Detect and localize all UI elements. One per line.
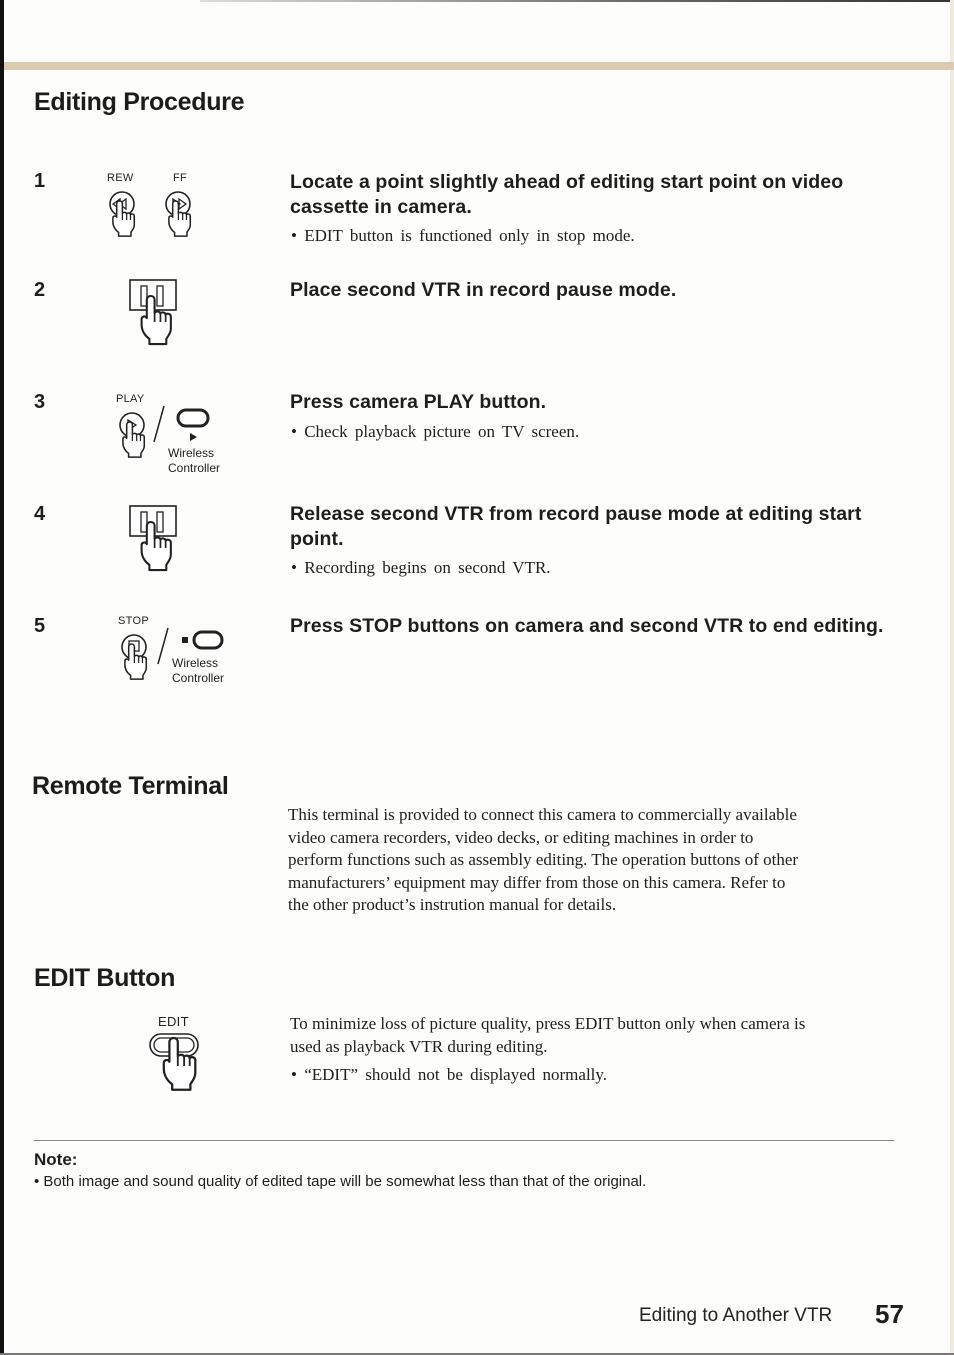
note-title: Note: [34, 1150, 78, 1169]
page-number: 57 [875, 1299, 904, 1329]
rew-label: REW [107, 172, 134, 184]
step-heading: Press STOP buttons on camera and second … [290, 615, 884, 637]
paragraph-line: video camera recorders, video decks, or … [288, 827, 754, 847]
controller-label: Controller [168, 461, 221, 475]
play-label: PLAY [116, 393, 145, 405]
note-text: Both image and sound quality of edited t… [34, 1173, 646, 1190]
step-number: 4 [34, 503, 46, 525]
page-top-edge [200, 0, 954, 2]
wireless-stop-button-icon [182, 630, 224, 650]
pause-button-press-icon [129, 505, 177, 572]
edit-label: EDIT [158, 1014, 189, 1029]
step-heading: Press camera PLAY button. [290, 391, 547, 413]
rew-button-press-icon [109, 191, 136, 237]
edit-button-paragraph: To minimize loss of picture quality, pre… [290, 1013, 805, 1058]
ff-label: FF [173, 172, 188, 184]
section-title-editing-procedure: Editing Procedure [34, 88, 245, 116]
paragraph-line: This terminal is provided to connect thi… [288, 805, 797, 824]
play-button-press-icon [119, 412, 146, 458]
pause-button-press-icon [129, 279, 177, 346]
paragraph-line: used as playback VTR during editing. [290, 1036, 548, 1056]
paragraph-line: manufacturers’ equipment may differ from… [288, 872, 786, 892]
edit-button-bullet: “EDIT” should not be displayed normally. [291, 1065, 607, 1085]
edit-button-press-icon [149, 1033, 199, 1091]
step-number: 1 [34, 170, 46, 192]
header-bar [4, 62, 954, 70]
controller-label: Controller [172, 671, 225, 685]
stop-label: STOP [118, 615, 149, 627]
step-5-illustration: STOP Wireless Controller [112, 614, 242, 699]
note-divider [34, 1140, 894, 1141]
section-title-edit-button: EDIT Button [34, 964, 176, 992]
remote-terminal-paragraph: This terminal is provided to connect thi… [288, 804, 798, 917]
step-bullet: EDIT button is functioned only in stop m… [291, 226, 634, 246]
wireless-play-button-icon [176, 408, 210, 441]
step-number: 3 [34, 391, 46, 413]
page-right-shade [950, 0, 954, 1355]
slash-divider-icon [153, 405, 165, 443]
wireless-label: Wireless [168, 446, 215, 460]
slash-divider-icon [157, 627, 169, 665]
stop-button-press-icon [121, 634, 148, 680]
wireless-label: Wireless [172, 656, 219, 670]
step-1-illustration: REW FF [100, 170, 220, 255]
page-left-edge [0, 0, 4, 1355]
paragraph-line: To minimize loss of picture quality, pre… [290, 1014, 806, 1033]
ff-button-press-icon [165, 191, 192, 237]
step-heading: Place second VTR in record pause mode. [290, 279, 677, 301]
paragraph-line: perform functions such as assembly editi… [288, 850, 799, 869]
paragraph-line: the other product’s instrution manual fo… [288, 895, 617, 914]
footer-chapter-title: Editing to Another VTR [639, 1305, 833, 1326]
step-heading: Locate a point slightly ahead of editing… [290, 171, 844, 218]
step-number: 5 [34, 615, 46, 637]
step-bullet: Recording begins on second VTR. [291, 558, 550, 578]
step-heading: Release second VTR from record pause mod… [290, 503, 862, 550]
step-3-illustration: PLAY Wireless Controller [110, 392, 240, 482]
step-number: 2 [34, 279, 46, 301]
section-title-remote-terminal: Remote Terminal [32, 772, 229, 800]
step-bullet: Check playback picture on TV screen. [291, 422, 579, 442]
